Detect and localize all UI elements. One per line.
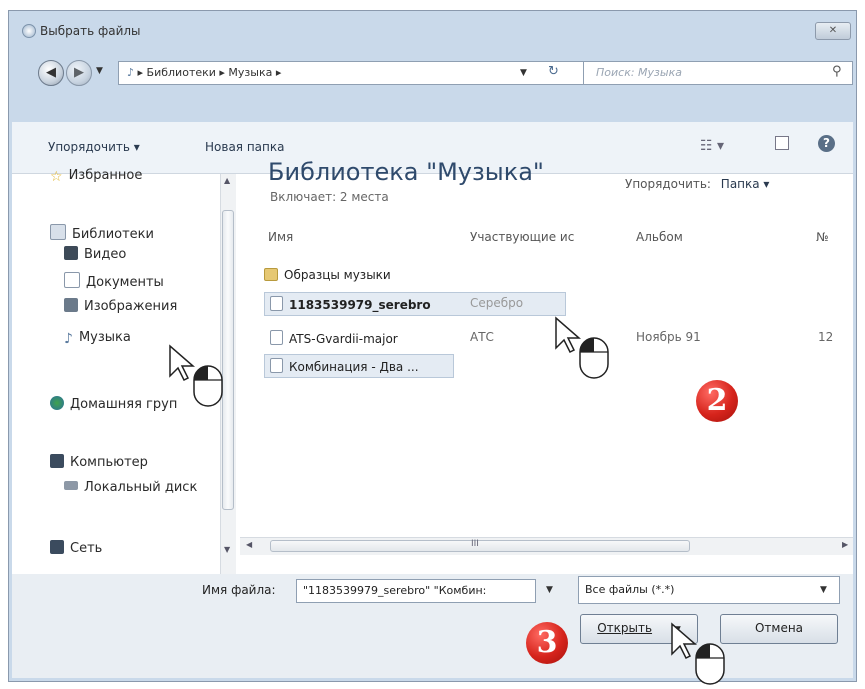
sidebar-item-computer[interactable]: Компьютер	[50, 454, 148, 470]
library-subtitle: Включает: 2 места	[270, 190, 389, 204]
computer-icon	[50, 454, 64, 468]
video-icon	[64, 246, 78, 260]
sidebar-item-homegroup[interactable]: Домашняя груп	[50, 396, 177, 412]
arrange-by[interactable]: Упорядочить: Папка ▾	[625, 177, 769, 191]
list-item[interactable]: Комбинация - Два ...	[270, 358, 419, 374]
view-options-icon[interactable]: ☷ ▾	[700, 138, 724, 154]
file-number: 12	[818, 330, 834, 344]
column-artists[interactable]: Участвующие ис	[470, 230, 574, 244]
document-icon	[64, 272, 80, 288]
search-icon[interactable]: ⚲	[832, 64, 842, 79]
file-artist: Серебро	[470, 296, 524, 310]
audio-file-icon	[270, 330, 283, 345]
homegroup-icon	[50, 396, 64, 410]
mouse-cursor-icon	[169, 344, 223, 407]
scroll-left-icon[interactable]: ◀	[246, 540, 252, 549]
sidebar-item-favorites[interactable]: ☆ Избранное	[50, 168, 142, 185]
scroll-up-icon[interactable]: ▲	[224, 176, 230, 185]
scroll-right-icon[interactable]: ▶	[842, 540, 848, 549]
forward-button[interactable]: ▶	[66, 60, 92, 86]
list-item[interactable]: Образцы музыки	[264, 268, 564, 290]
column-number[interactable]: №	[816, 230, 828, 244]
filename-label: Имя файла:	[202, 583, 276, 597]
horizontal-scroll-thumb[interactable]: III	[270, 539, 690, 552]
sidebar-item-network[interactable]: Сеть	[50, 540, 102, 556]
window-app-icon	[22, 24, 36, 38]
cancel-button[interactable]: Отмена	[720, 614, 838, 644]
refresh-icon[interactable]: ↻	[548, 64, 559, 79]
back-arrow-icon: ◀	[46, 65, 56, 80]
back-button[interactable]: ◀	[38, 60, 64, 86]
mouse-cursor-icon	[555, 316, 609, 379]
column-album[interactable]: Альбом	[636, 230, 683, 244]
sidebar-item-video[interactable]: Видео	[64, 246, 126, 262]
step-badge-3: 3	[526, 622, 568, 664]
address-dropdown-icon[interactable]: ▼	[520, 68, 527, 78]
music-note-icon: ♪	[127, 66, 135, 79]
network-icon	[50, 540, 64, 554]
sidebar-item-documents[interactable]: Документы	[64, 272, 164, 290]
folder-icon	[264, 268, 278, 281]
list-item[interactable]: 1183539979_serebro	[270, 296, 431, 312]
forward-arrow-icon: ▶	[74, 65, 84, 80]
new-folder-button[interactable]: Новая папка	[205, 140, 284, 154]
filename-dropdown-icon[interactable]: ▼	[546, 585, 553, 595]
disk-icon	[64, 481, 78, 490]
file-album: Ноябрь 91	[636, 330, 701, 344]
sidebar-item-music[interactable]: ♪ Музыка	[64, 330, 131, 347]
library-icon	[50, 224, 66, 240]
filetype-select[interactable]: Все файлы (*.*)	[578, 576, 840, 604]
sidebar-item-libraries[interactable]: Библиотеки	[50, 224, 154, 242]
history-dropdown-icon[interactable]: ▼	[96, 66, 103, 76]
sidebar-item-images[interactable]: Изображения	[64, 298, 177, 314]
step-badge-2: 2	[696, 380, 738, 422]
breadcrumb[interactable]: ▸ Библиотеки ▸ Музыка ▸	[138, 66, 282, 79]
filetype-dropdown-icon[interactable]: ▼	[820, 585, 827, 595]
window-title: Выбрать файлы	[40, 24, 141, 38]
search-input[interactable]: Поиск: Музыка	[583, 61, 853, 85]
mouse-cursor-icon	[671, 622, 725, 685]
library-title: Библиотека "Музыка"	[268, 158, 544, 186]
filename-field[interactable]: "1183539979_serebro" "Комбин:	[296, 579, 536, 603]
sidebar-item-local-disk[interactable]: Локальный диск	[64, 480, 197, 495]
list-item[interactable]: ATS-Gvardii-major	[270, 330, 398, 346]
scroll-down-icon[interactable]: ▼	[224, 545, 230, 554]
close-button[interactable]: ✕	[815, 22, 851, 40]
search-placeholder: Поиск: Музыка	[596, 66, 682, 79]
star-icon: ☆	[50, 169, 63, 185]
help-icon[interactable]: ?	[818, 135, 835, 152]
file-artist: АТС	[470, 330, 494, 344]
music-icon: ♪	[64, 331, 73, 347]
close-icon: ✕	[828, 25, 838, 36]
audio-file-icon	[270, 358, 283, 373]
organize-menu[interactable]: Упорядочить ▾	[48, 140, 140, 154]
image-icon	[64, 298, 78, 312]
audio-file-icon	[270, 296, 283, 311]
preview-pane-icon[interactable]	[775, 136, 789, 150]
column-name[interactable]: Имя	[268, 230, 293, 244]
